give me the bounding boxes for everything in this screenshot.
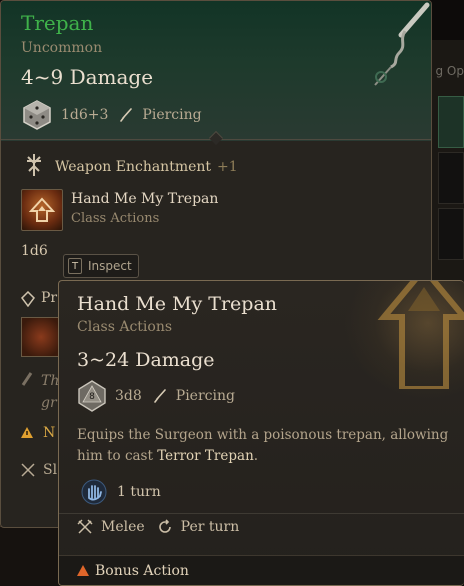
d8-die-icon: 8 <box>78 380 106 412</box>
inspect-label: Inspect <box>88 259 132 273</box>
proficiency-icon <box>21 291 35 307</box>
recharge-label: Per turn <box>180 519 240 535</box>
enchant-icon <box>27 154 41 176</box>
d6-die-icon <box>23 100 51 130</box>
inspect-button[interactable]: T Inspect <box>63 254 139 278</box>
bonus-action-label: Bonus Action <box>95 562 189 579</box>
action-arrow-icon <box>377 281 464 389</box>
recharge-icon <box>158 519 171 533</box>
action-category: Class Actions <box>77 319 173 335</box>
action-damage-type: Piercing <box>175 388 235 404</box>
hand-me-my-trepan-icon <box>21 189 63 231</box>
partial-text: Th <box>41 373 60 389</box>
duration-text: 1 turn <box>117 484 161 500</box>
action-title: Hand Me My Trepan <box>77 293 278 315</box>
item-rarity: Uncommon <box>21 40 103 56</box>
action-tags: Melee Per turn <box>77 519 239 535</box>
terror-trepan-link[interactable]: Terror Trepan <box>157 448 254 464</box>
enchant-bonus: +1 <box>217 158 238 175</box>
slashing-icon <box>21 463 35 477</box>
bonus-dice: 1d6 <box>21 243 48 259</box>
melee-tag: Melee <box>77 519 145 535</box>
description-text: Equips the Surgeon with a poisonous trep… <box>77 427 449 464</box>
hotbar-slot[interactable] <box>438 208 464 260</box>
granted-action-name: Hand Me My Trepan <box>71 191 219 207</box>
enchant-row: Weapon Enchantment +1 <box>23 153 238 177</box>
action-dice: 3d8 <box>115 388 142 404</box>
item-damage-type: Piercing <box>142 107 202 123</box>
hotbar-slot[interactable] <box>438 96 464 148</box>
partial-text: gr <box>41 395 57 411</box>
trepan-item-icon <box>374 2 430 86</box>
description-end: . <box>253 448 259 464</box>
hand-spell-icon <box>81 479 107 505</box>
bonus-action-icon <box>77 565 89 576</box>
partial-text: N <box>43 425 56 441</box>
melee-label: Melee <box>101 519 145 535</box>
recharge-tag: Per turn <box>157 519 240 535</box>
partial-text: Sl <box>43 462 58 478</box>
action-damage: 3~24 Damage <box>77 349 215 371</box>
granted-action[interactable]: Hand Me My Trepan Class Actions <box>21 189 218 231</box>
piercing-icon <box>153 389 166 403</box>
background-label: g Op <box>435 64 464 78</box>
item-name: Trepan <box>21 11 94 35</box>
inspect-key: T <box>68 258 82 274</box>
background-hotbar <box>0 526 60 586</box>
die-face: 8 <box>89 392 95 402</box>
item-damage: 4~9 Damage <box>21 65 154 89</box>
action-tooltip: Hand Me My Trepan Class Actions 3~24 Dam… <box>58 280 464 586</box>
item-dice: 1d6+3 <box>61 107 109 123</box>
partial-text: Pr <box>41 290 58 306</box>
action-cost: Bonus Action <box>59 555 464 585</box>
enchant-label: Weapon Enchantment <box>55 158 212 175</box>
melee-icon <box>77 519 93 534</box>
granted-action-category: Class Actions <box>71 211 160 226</box>
piercing-icon <box>120 108 133 122</box>
item-dice-row: 1d6+3 Piercing <box>21 99 202 131</box>
warning-icon <box>21 427 33 438</box>
duration-row: 1 turn <box>81 479 161 505</box>
hotbar-slot[interactable] <box>438 152 464 204</box>
tags-divider <box>59 513 464 514</box>
passive-icon <box>21 372 33 386</box>
action-description: Equips the Surgeon with a poisonous trep… <box>77 425 463 467</box>
action-dice-row: 8 3d8 Piercing <box>77 380 235 412</box>
weapon-action-icon[interactable] <box>21 317 61 357</box>
